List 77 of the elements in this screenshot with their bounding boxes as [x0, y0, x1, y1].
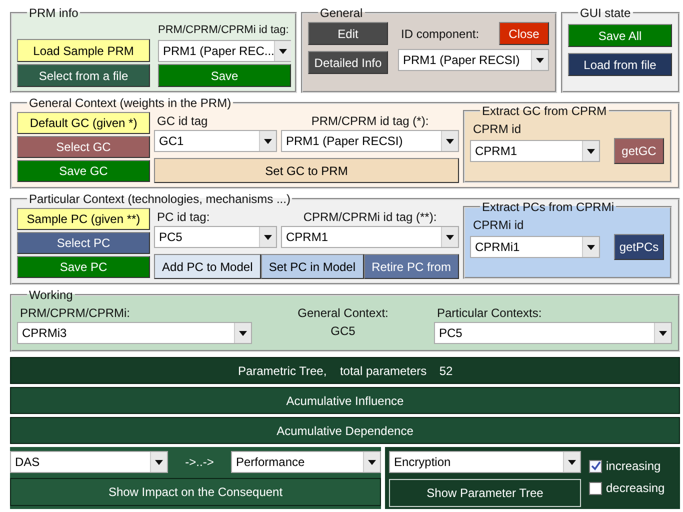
dropdown[interactable]: PRM1 (Paper RECSI) — [398, 49, 549, 71]
caret-icon — [264, 138, 272, 144]
button[interactable]: Select from a file — [17, 64, 150, 87]
caret-icon — [536, 58, 544, 62]
get-button[interactable]: getPCs — [614, 234, 664, 260]
checkbox[interactable] — [589, 460, 602, 472]
dropdown[interactable]: Performance — [231, 451, 381, 473]
bar-button[interactable]: Acumulative Influence — [10, 387, 680, 414]
button[interactable]: Retire PC from — [364, 254, 459, 279]
caret-icon — [155, 460, 163, 464]
dropdown[interactable]: PC5 — [154, 226, 277, 248]
caret-icon — [659, 330, 667, 336]
button[interactable]: Default GC (given *) — [17, 112, 150, 134]
caret-icon — [446, 234, 454, 240]
field-label: CPRMi id — [472, 217, 525, 234]
save-button[interactable]: Save — [158, 64, 291, 87]
check-icon — [590, 461, 600, 471]
button[interactable]: Sample PC (given **) — [17, 208, 150, 230]
show-impact-button[interactable]: Show Impact on the Consequent — [10, 478, 381, 506]
button[interactable]: Edit — [308, 22, 388, 45]
show-tree-button[interactable]: Show Parameter Tree — [389, 479, 581, 507]
caret-icon — [568, 460, 576, 464]
caret-icon — [587, 148, 595, 154]
button[interactable]: Set PC in Model — [260, 254, 364, 279]
checkbox-label: decreasing — [606, 481, 665, 495]
panel-title: General — [319, 6, 364, 20]
dropdown[interactable]: CPRMi3 — [17, 322, 252, 344]
bar-button[interactable]: Acumulative Dependence — [10, 417, 680, 444]
panel-title: Particular Context (technologies, mechanisms ...) — [28, 192, 292, 206]
dropdown[interactable]: GC1 — [154, 130, 277, 152]
button[interactable]: Save All — [568, 24, 672, 47]
button[interactable]: Detailed Info — [308, 51, 388, 74]
field-label: General Context: — [296, 305, 390, 322]
panel-title: General Context (weights in the PRM) — [28, 96, 232, 110]
checkbox-label: increasing — [606, 459, 661, 473]
checkbox[interactable] — [589, 482, 602, 494]
button[interactable]: Select PC — [17, 232, 150, 254]
dropdown[interactable]: PC5 — [434, 322, 672, 344]
caret-icon — [587, 244, 595, 250]
field-label: CPRM id — [472, 121, 522, 138]
dropdown[interactable]: CPRMi1 — [470, 236, 600, 258]
caret-icon — [239, 330, 247, 336]
button[interactable]: Save PC — [17, 256, 150, 278]
parametric-tree-bar[interactable]: Parametric Tree, total parameters 52 — [10, 357, 680, 384]
dropdown[interactable]: PRM1 (Paper RECSI) — [281, 130, 459, 152]
dropdown[interactable]: CPRM1 — [470, 140, 600, 162]
caret-icon — [264, 234, 272, 240]
panel-title: PRM info — [28, 6, 80, 20]
button[interactable]: Add PC to Model — [154, 254, 261, 279]
button[interactable]: Load Sample PRM — [17, 39, 150, 62]
field-label: CPRM/CPRMi id tag (**): — [302, 209, 438, 226]
field-label: Particular Contexts: — [436, 305, 543, 322]
dropdown[interactable]: PRM1 (Paper REC... — [158, 40, 291, 62]
field-label: GC id tag — [156, 113, 209, 130]
arrow-text: ->..-> — [184, 454, 215, 471]
close-button[interactable]: Close — [499, 22, 549, 45]
field-label: PRM/CPRM/CPRMi id tag: — [158, 23, 290, 38]
get-button[interactable]: getGC — [614, 138, 664, 164]
field-label: PRM/CPRM id tag (*): — [310, 113, 430, 130]
button[interactable]: Select GC — [17, 136, 150, 158]
field-label: ID component: — [400, 26, 480, 42]
dropdown[interactable]: CPRM1 — [281, 226, 459, 248]
field-value: GC5 — [330, 323, 356, 340]
button[interactable]: Set GC to PRM — [154, 158, 459, 183]
caret-icon — [368, 460, 376, 464]
panel-title: Extract PCs from CPRMi — [481, 200, 616, 214]
panel-title: Extract GC from CPRM — [481, 104, 608, 118]
panel-title: GUI state — [579, 6, 632, 20]
dropdown[interactable]: DAS — [10, 451, 168, 473]
caret-icon — [279, 48, 288, 54]
field-label: PRM/CPRM/CPRMi: — [19, 305, 131, 322]
caret-icon — [446, 138, 454, 144]
panel-title: Working — [28, 288, 74, 302]
dropdown[interactable]: Encryption — [389, 451, 581, 473]
button[interactable]: Load from file — [568, 53, 672, 76]
button[interactable]: Save GC — [17, 160, 150, 182]
field-label: PC id tag: — [156, 209, 211, 226]
